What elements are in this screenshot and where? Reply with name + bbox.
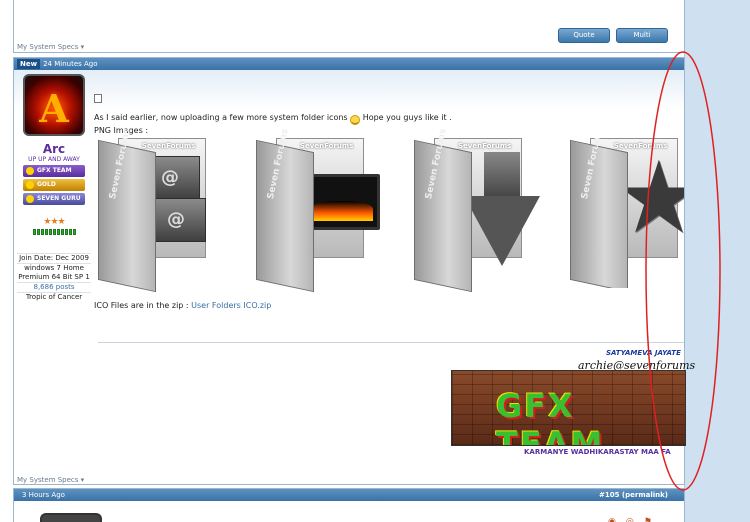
rank-seven-guru: SEVEN GURU (23, 193, 85, 205)
post-count-link[interactable]: 8,686 posts (17, 282, 91, 292)
smiley-icon: ‿ (350, 115, 361, 125)
permalink[interactable]: #105 (permalink) (599, 489, 668, 501)
signature-bottom-text: KARMANYE WADHIKARASTAY MAA FA (524, 448, 671, 456)
multi-quote-button[interactable]: Multi (616, 28, 668, 43)
user-title: UP UP AND AWAY (28, 156, 80, 163)
user-stats: Join Date: Dec 2009 windows 7 Home Premi… (17, 253, 91, 302)
avatar[interactable] (40, 513, 102, 522)
zip-download-link[interactable]: User Folders ICO.zip (191, 301, 271, 310)
rank-gfx-team: GFX TEAM (23, 165, 85, 177)
system-specs-link[interactable]: My System Specs ▾ (17, 43, 84, 51)
zip-text: ICO Files are in the zip : (94, 301, 189, 310)
message-text-a: As I said earlier, now uploading a few m… (94, 113, 348, 122)
next-post: 3 Hours Ago #105 (permalink) ◉◎⚑ (13, 488, 685, 522)
rank-gold-member: GOLD MEMBER (23, 179, 85, 200)
post-message: As I said earlier, now uploading a few m… (94, 112, 452, 136)
system-specs-link[interactable]: My System Specs ▾ (17, 476, 84, 484)
banner-text: GFX TEAM (496, 387, 605, 446)
videos-folder-image[interactable]: SevenForums Seven Forums (256, 128, 380, 293)
quote-button[interactable]: Quote (558, 28, 610, 43)
status-icons: ◉◎⚑ (608, 517, 662, 522)
user-os: windows 7 Home Premium 64 Bit SP 1 (17, 263, 91, 281)
message-text-b: Hope you guys like it . (362, 113, 452, 122)
previous-post: Quote Multi My System Specs ▾ (13, 0, 685, 53)
post-band (14, 70, 684, 110)
post-header: 3 Hours Ago #105 (permalink) (14, 489, 684, 501)
favorites-folder-image[interactable]: ★ SevenForums Seven Forums (570, 138, 684, 288)
downloads-folder-image[interactable]: SevenForums Seven Forums (414, 128, 540, 293)
right-side-pane (684, 0, 750, 522)
mail-folder-image[interactable]: @ @ SevenForums Seven Forums (98, 128, 208, 293)
reputation-bar (17, 229, 91, 235)
post-time: 24 Minutes Ago (43, 60, 98, 68)
post-header: New 24 Minutes Ago (14, 58, 684, 70)
user-info-pane: A Arc UP UP AND AWAY GFX TEAM GOLD MEMBE… (17, 74, 91, 302)
new-badge: New (17, 59, 41, 69)
user-location: Tropic of Cancer (17, 292, 91, 302)
forum-post: New 24 Minutes Ago A Arc UP UP AND AWAY G… (13, 57, 695, 485)
post-icon (94, 94, 102, 103)
join-date: Join Date: Dec 2009 (17, 253, 91, 263)
signature-banner-image: GFX TEAM (451, 370, 686, 446)
avatar[interactable]: A (23, 74, 85, 136)
username[interactable]: Arc (17, 142, 91, 156)
post-time: 3 Hours Ago (22, 491, 65, 499)
zip-line: ICO Files are in the zip : User Folders … (94, 301, 271, 310)
stars-icon: ★★★ (43, 217, 65, 227)
signature-divider (98, 342, 684, 343)
signature-top-text: SATYAMEVA JAYATE (606, 349, 681, 357)
